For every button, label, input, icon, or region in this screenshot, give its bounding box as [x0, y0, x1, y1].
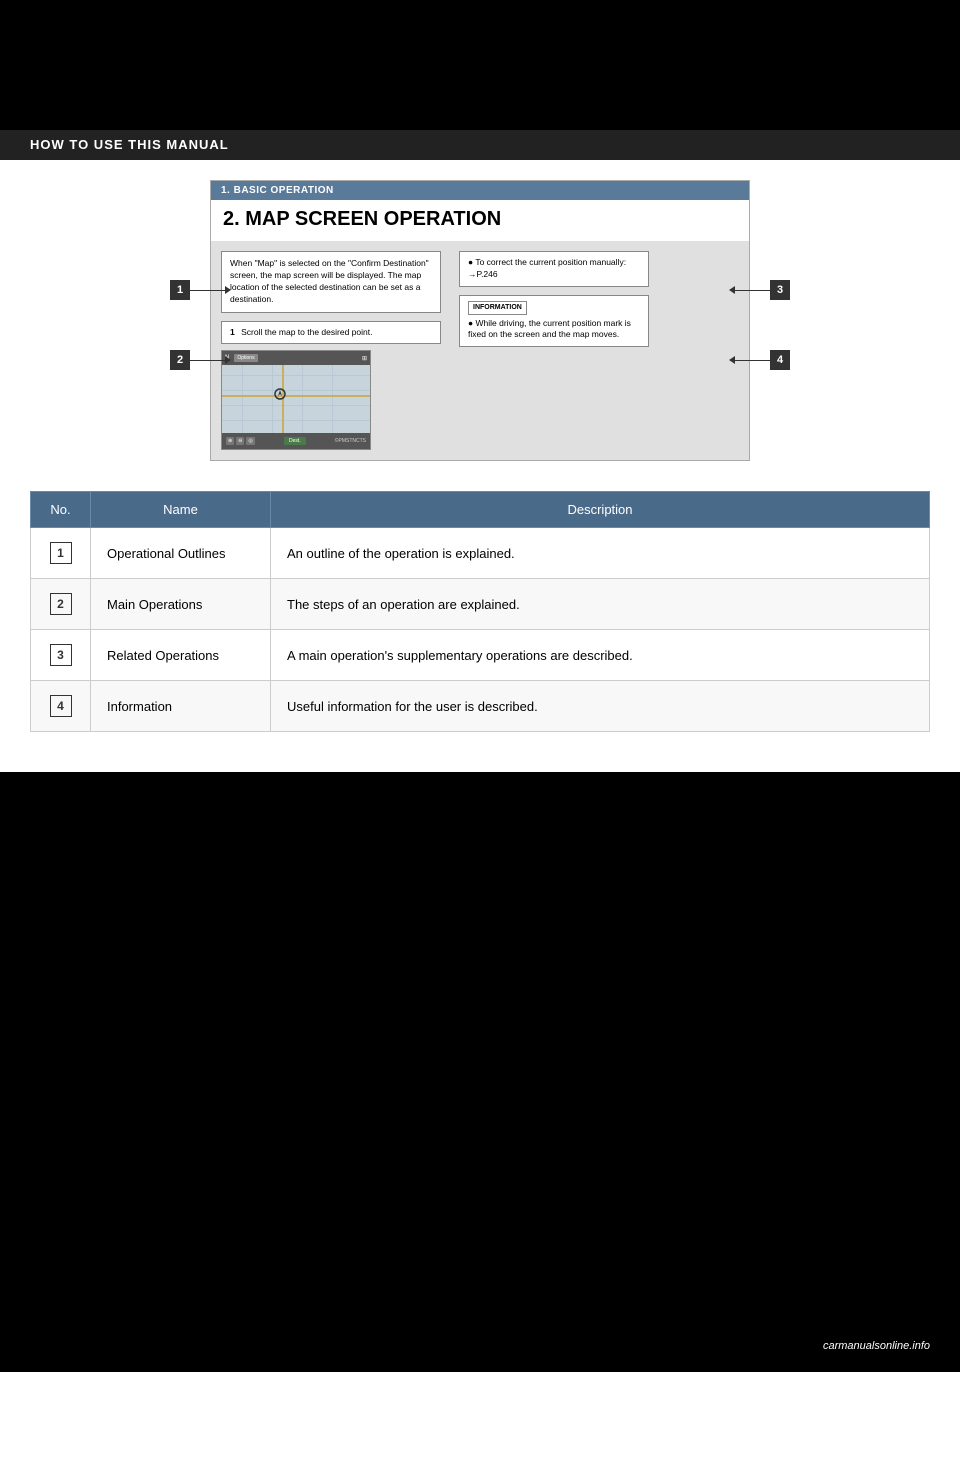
preview-left-col: When "Map" is selected on the "Confirm D… [221, 251, 441, 450]
steps-box: 1 Scroll the map to the desired point. [221, 321, 441, 345]
bottom-logo: carmanualsonline.info [823, 1340, 930, 1352]
table-row: 4 Information Useful information for the… [31, 681, 930, 732]
callout-4-row: 4 [729, 350, 790, 370]
map-gridline-v2 [272, 365, 273, 433]
left-callout-labels: 1 2 [170, 280, 231, 370]
doc-preview-title-text: 2. MAP SCREEN OPERATION [223, 208, 501, 230]
table-cell-desc-3: A main operation's supplementary operati… [271, 630, 930, 681]
bottom-black-area: carmanualsonline.info [0, 772, 960, 1372]
map-center-btn[interactable]: ◎ [246, 437, 254, 445]
doc-preview-header-text: 1. BASIC OPERATION [221, 185, 334, 196]
map-gridline-v1 [242, 365, 243, 433]
doc-preview-title: 2. MAP SCREEN OPERATION [211, 200, 749, 241]
table-cell-no-3: 3 [31, 630, 91, 681]
table-cell-name-3: Related Operations [91, 630, 271, 681]
doc-preview-wrapper: 1 2 3 [150, 180, 810, 461]
map-icon: ⊞ [362, 355, 367, 362]
map-screenshot: N Options ⊞ [221, 350, 371, 450]
table-body: 1 Operational Outlines An outline of the… [31, 528, 930, 732]
table-row: 2 Main Operations The steps of an operat… [31, 579, 930, 630]
map-gridline-h3 [222, 405, 370, 406]
table-header-row: No. Name Description [31, 492, 930, 528]
callout-3-row: 3 [729, 280, 790, 300]
callout-line-2 [190, 360, 225, 361]
table-header-desc: Description [271, 492, 930, 528]
table-cell-name-2: Main Operations [91, 579, 271, 630]
map-gridline-v3 [302, 365, 303, 433]
table-cell-no-1: 1 [31, 528, 91, 579]
outline-box: When "Map" is selected on the "Confirm D… [221, 251, 441, 313]
table-cell-no-2: 2 [31, 579, 91, 630]
map-dest-btn[interactable]: Dest. [284, 437, 306, 445]
info-label-text: INFORMATION [473, 304, 522, 311]
map-zoom-btn[interactable]: ⊕ [226, 437, 234, 445]
callout-1-row: 1 [170, 280, 231, 300]
table-cell-name-4: Information [91, 681, 271, 732]
preview-right-col: ● To correct the current position manual… [459, 251, 649, 450]
info-table: No. Name Description 1 Operation [30, 491, 930, 732]
callout-line-1 [190, 290, 225, 291]
map-options-btn[interactable]: Options [234, 354, 257, 362]
table-header-name: Name [91, 492, 271, 528]
num-badge-1: 1 [50, 542, 72, 564]
map-body [222, 365, 370, 433]
callout-label-1: 1 [170, 280, 190, 300]
right-callout-labels: 3 4 [729, 280, 790, 370]
table-cell-desc-1: An outline of the operation is explained… [271, 528, 930, 579]
num-badge-3: 3 [50, 644, 72, 666]
map-road-h [222, 395, 370, 397]
table-cell-no-4: 4 [31, 681, 91, 732]
callout-2-row: 2 [170, 350, 231, 370]
callout-label-4: 4 [770, 350, 790, 370]
table-row: 3 Related Operations A main operation's … [31, 630, 930, 681]
map-footer-btns: ⊕ ⊖ ◎ [226, 437, 255, 445]
map-position-marker [274, 387, 286, 399]
section-header-text: HOW TO USE THIS MANUAL [30, 137, 229, 152]
map-gridline-v4 [332, 365, 333, 433]
table-row: 1 Operational Outlines An outline of the… [31, 528, 930, 579]
outline-text: When "Map" is selected on the "Confirm D… [230, 258, 429, 304]
table-cell-name-1: Operational Outlines [91, 528, 271, 579]
info-box-label: INFORMATION [468, 301, 527, 315]
related-box: ● To correct the current position manual… [459, 251, 649, 287]
related-text: ● To correct the current position manual… [468, 257, 626, 279]
top-black-bar [0, 0, 960, 130]
num-badge-4: 4 [50, 695, 72, 717]
table-cell-desc-2: The steps of an operation are explained. [271, 579, 930, 630]
table-cell-desc-4: Useful information for the user is descr… [271, 681, 930, 732]
map-copyright: ©PMSTNCTS [335, 438, 366, 444]
doc-preview-body: When "Map" is selected on the "Confirm D… [211, 241, 749, 460]
section-header-bar: HOW TO USE THIS MANUAL [0, 130, 960, 160]
callout-line-4 [735, 360, 770, 361]
preview-columns: When "Map" is selected on the "Confirm D… [221, 251, 739, 450]
map-zoom-out-btn[interactable]: ⊖ [236, 437, 244, 445]
map-gridline-h2 [222, 390, 370, 391]
callout-line-3 [735, 290, 770, 291]
main-content: 1 2 3 [0, 160, 960, 772]
doc-preview-header: 1. BASIC OPERATION [211, 181, 749, 200]
table-header-no: No. [31, 492, 91, 528]
info-box-preview: INFORMATION ● While driving, the current… [459, 295, 649, 348]
map-toolbar: N Options ⊞ [222, 351, 370, 365]
callout-label-2: 2 [170, 350, 190, 370]
callout-arrow-2 [225, 356, 231, 364]
callout-label-3: 3 [770, 280, 790, 300]
doc-preview: 1. BASIC OPERATION 2. MAP SCREEN OPERATI… [210, 180, 750, 461]
info-text: ● While driving, the current position ma… [468, 318, 631, 340]
map-gridline-h1 [222, 375, 370, 376]
step-text: Scroll the map to the desired point. [241, 327, 372, 337]
map-gridline-h4 [222, 420, 370, 421]
map-footer: ⊕ ⊖ ◎ Dest. ©PMSTNCTS [222, 433, 370, 449]
num-badge-2: 2 [50, 593, 72, 615]
page-wrapper: HOW TO USE THIS MANUAL 1 2 [0, 0, 960, 1484]
callout-arrow-1 [225, 286, 231, 294]
